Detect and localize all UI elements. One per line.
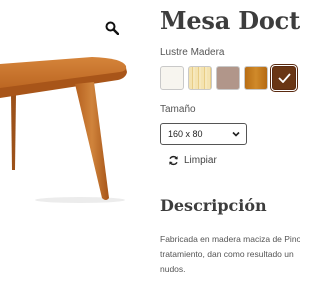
swatch-gris[interactable] [216, 66, 240, 90]
product-title: Mesa Docta [160, 6, 300, 35]
swatch-blanco[interactable] [160, 66, 184, 90]
lustre-label: Lustre Madera [160, 47, 225, 58]
product-image [0, 0, 150, 215]
swatch-miel[interactable] [244, 66, 268, 90]
refresh-icon [169, 155, 178, 166]
clear-button[interactable]: Limpiar [168, 155, 217, 166]
description-line: tratamiento, dan como resultado un [160, 249, 294, 259]
magnifier-icon [105, 21, 119, 35]
chevron-down-icon [232, 131, 240, 137]
swatch-nogal[interactable] [272, 66, 296, 90]
description-line: nudos. [160, 264, 186, 274]
size-label: Tamaño [160, 104, 196, 115]
zoom-button[interactable] [100, 16, 124, 40]
check-icon [273, 67, 295, 89]
description-text: Fabricada en madera maciza de Pino trata… [160, 232, 300, 277]
product-info: Mesa Docta Lustre Madera Tamaño 160 x 80 [160, 0, 300, 300]
lustre-swatches [160, 66, 300, 90]
description-line: Fabricada en madera maciza de Pino [160, 234, 300, 244]
table-illustration [0, 57, 127, 203]
description-heading: Descripción [160, 196, 267, 215]
swatch-natural[interactable] [188, 66, 212, 90]
clear-label: Limpiar [184, 155, 217, 166]
size-select-value: 160 x 80 [168, 129, 203, 139]
size-select[interactable]: 160 x 80 [160, 123, 247, 145]
